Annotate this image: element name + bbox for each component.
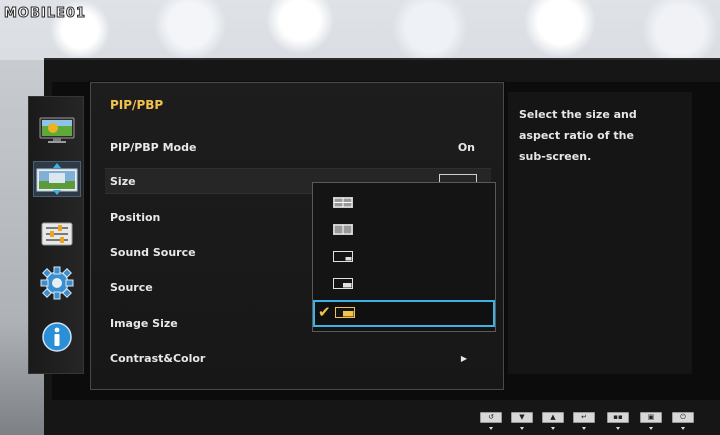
power-icon[interactable]: ⏻ xyxy=(672,412,694,423)
size-option-split[interactable] xyxy=(313,218,495,243)
pip-small-bottom-right-icon xyxy=(333,251,353,262)
size-option-pip-small[interactable] xyxy=(313,245,495,270)
onscreen-display-icon[interactable] xyxy=(33,161,81,197)
system-gear-icon[interactable] xyxy=(38,266,76,300)
pbp-side-by-side-icon xyxy=(333,197,353,208)
pip-large-bottom-right-icon xyxy=(335,307,355,318)
menu-item-label: Image Size xyxy=(110,316,178,330)
size-option-pip-large[interactable]: ✔ xyxy=(313,300,495,327)
selected-check-icon: ✔ xyxy=(318,303,331,321)
menu-item-label: Sound Source xyxy=(110,245,196,259)
pbp-split-icon xyxy=(333,224,353,235)
menu-item-label: Size xyxy=(110,174,136,188)
button-indicator xyxy=(551,427,555,430)
monitor-control-buttons: ↺ ▼ ▲ ↵ ▪▪ ▣ ⏻ xyxy=(476,412,720,435)
down-arrow-icon[interactable]: ▼ xyxy=(511,412,533,423)
button-indicator xyxy=(520,427,524,430)
setup-icon[interactable] xyxy=(38,218,76,250)
button-indicator xyxy=(681,427,685,430)
category-sidebar xyxy=(28,96,84,374)
button-indicator xyxy=(489,427,493,430)
menu-item-label: Contrast&Color xyxy=(110,351,206,365)
button-indicator xyxy=(649,427,653,430)
help-panel: Select the size and aspect ratio of the … xyxy=(508,92,692,374)
size-options-dropdown: ✔ xyxy=(312,182,496,332)
watermark-text: MOBILE01 xyxy=(4,5,86,21)
menu-item-label: Position xyxy=(110,210,161,224)
menu-item-contrast-color[interactable]: Contrast&Color ▶ xyxy=(105,345,491,371)
submenu-arrow-icon: ▶ xyxy=(460,353,467,363)
menu-item-pip-pbp-mode[interactable]: PIP/PBP Mode On xyxy=(105,134,491,160)
size-option-side-by-side[interactable] xyxy=(313,191,495,216)
source-icon[interactable]: ▪▪ xyxy=(607,412,629,423)
pip-medium-bottom-right-icon xyxy=(333,278,353,289)
up-arrow-icon[interactable]: ▲ xyxy=(542,412,564,423)
button-indicator xyxy=(582,427,586,430)
pip-icon[interactable]: ▣ xyxy=(640,412,662,423)
menu-item-label: Source xyxy=(110,280,153,294)
menu-item-label: PIP/PBP Mode xyxy=(110,140,197,154)
button-indicator xyxy=(616,427,620,430)
enter-icon[interactable]: ↵ xyxy=(573,412,595,423)
panel-title: PIP/PBP xyxy=(110,98,164,112)
watermark: MOBILE01 xyxy=(4,3,86,23)
menu-item-value: On xyxy=(457,140,475,154)
size-option-pip-medium[interactable] xyxy=(313,272,495,297)
return-icon[interactable]: ↺ xyxy=(480,412,502,423)
information-icon[interactable] xyxy=(38,321,76,353)
help-text: Select the size and aspect ratio of the … xyxy=(519,108,637,163)
picture-icon[interactable] xyxy=(38,114,76,146)
